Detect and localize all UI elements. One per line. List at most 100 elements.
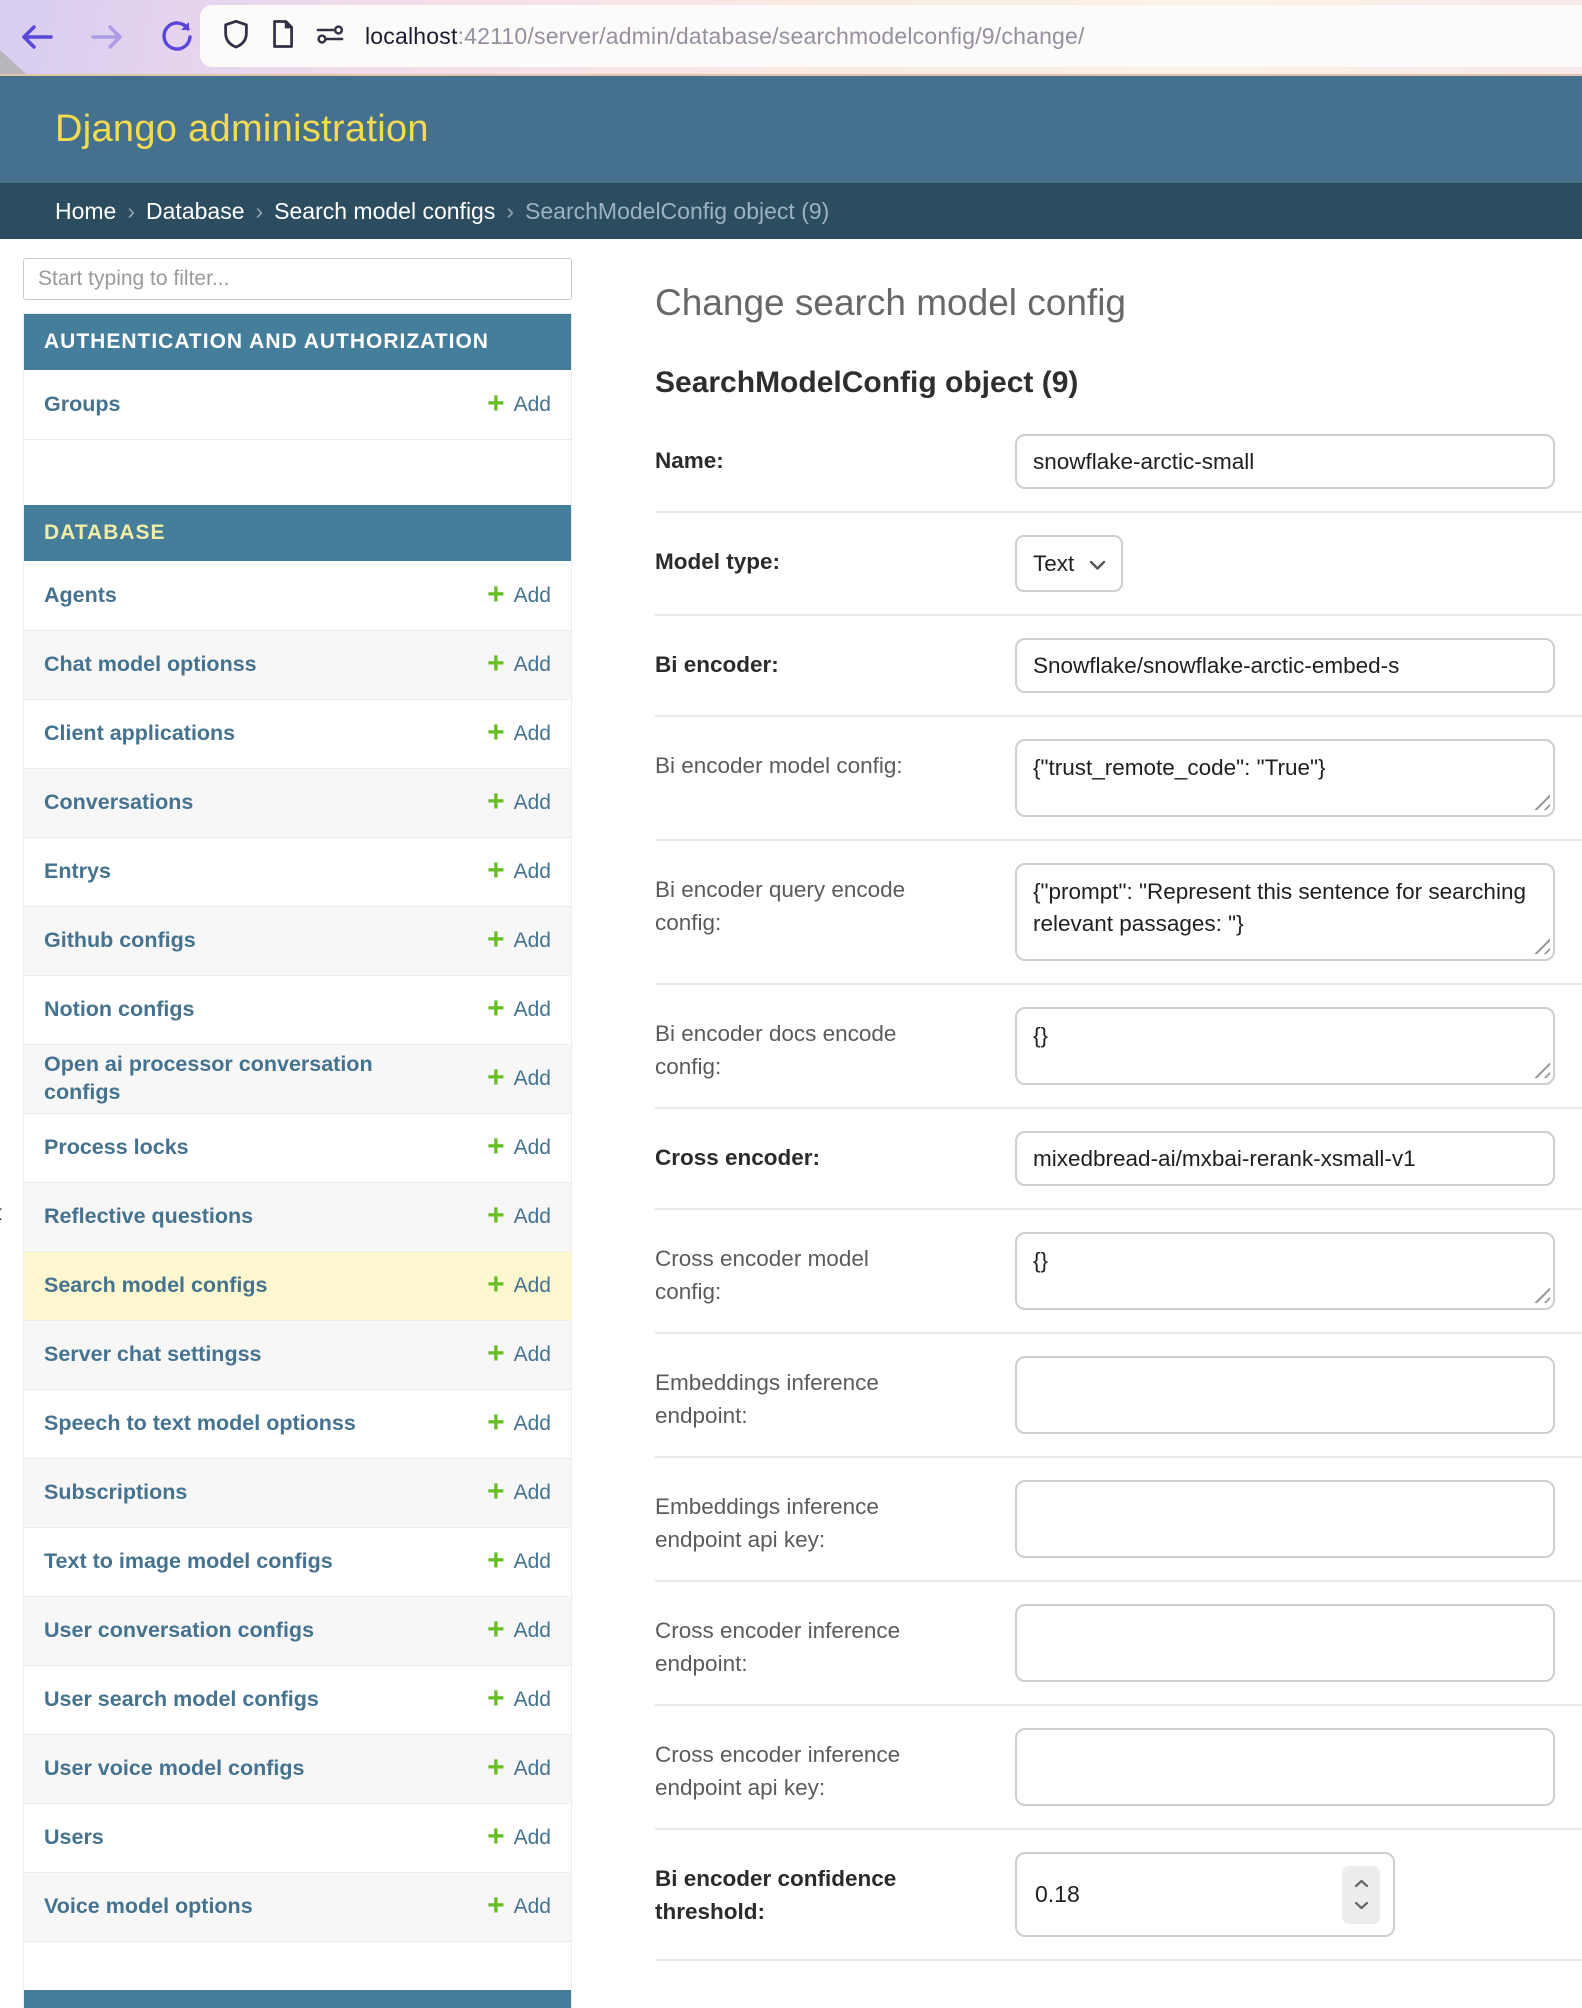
site-title[interactable]: Django administration	[55, 108, 429, 151]
add-link[interactable]: +Add	[487, 791, 551, 815]
plus-icon: +	[487, 1620, 505, 1640]
model-link[interactable]: Text to image model configs	[44, 1548, 333, 1576]
module-caption[interactable]: DATABASE	[24, 505, 571, 561]
sidebar-filter-input[interactable]	[23, 258, 572, 300]
add-link[interactable]: +Add	[487, 998, 551, 1022]
forward-icon[interactable]	[90, 22, 124, 52]
model-link[interactable]: Subscriptions	[44, 1479, 187, 1507]
add-link[interactable]: +Add	[487, 929, 551, 953]
add-label: Add	[514, 1136, 551, 1160]
breadcrumb-link[interactable]: Home	[55, 198, 116, 225]
model-link[interactable]: Agents	[44, 582, 117, 610]
plus-icon: +	[487, 792, 505, 812]
back-icon[interactable]	[20, 22, 54, 52]
sidebar-item: Github configs +Add	[24, 906, 571, 975]
field-input[interactable]	[1015, 1728, 1555, 1806]
model-link[interactable]: Server chat settingss	[44, 1341, 262, 1369]
number-spinner[interactable]	[1342, 1866, 1380, 1924]
model-link[interactable]: Users	[44, 1824, 104, 1852]
field-number-input[interactable]	[1015, 1852, 1395, 1937]
plus-icon: +	[487, 1137, 505, 1157]
add-link[interactable]: +Add	[487, 1826, 551, 1850]
model-link[interactable]: Conversations	[44, 789, 193, 817]
model-link[interactable]: User voice model configs	[44, 1755, 304, 1783]
model-link[interactable]: Process locks	[44, 1134, 189, 1162]
add-link[interactable]: +Add	[487, 584, 551, 608]
field-control	[1015, 434, 1555, 489]
add-link[interactable]: +Add	[487, 1205, 551, 1229]
model-link[interactable]: Notion configs	[44, 996, 194, 1024]
field-input[interactable]	[1015, 1131, 1555, 1186]
plus-icon: +	[487, 861, 505, 881]
model-link[interactable]: Speech to text model optionss	[44, 1410, 356, 1438]
model-link[interactable]: Client applications	[44, 720, 235, 748]
field-label: Embeddings inference endpoint api key:	[655, 1480, 925, 1556]
model-link[interactable]: Chat model optionss	[44, 651, 257, 679]
add-link[interactable]: + Add	[487, 1136, 551, 1160]
field-textarea[interactable]	[1015, 1232, 1555, 1310]
sidebar-item: Reflective questions +Add	[24, 1182, 571, 1251]
add-link[interactable]: +Add	[487, 1688, 551, 1712]
model-link[interactable]: Search model configs	[44, 1272, 267, 1300]
field-input[interactable]	[1015, 1356, 1555, 1434]
field-input[interactable]	[1015, 1604, 1555, 1682]
model-link[interactable]: User conversation configs	[44, 1617, 314, 1645]
sidebar-item: Process locks + Add	[24, 1113, 571, 1182]
plus-icon: +	[487, 1896, 505, 1916]
field-textarea[interactable]	[1015, 739, 1555, 817]
field-select[interactable]: Text	[1015, 535, 1123, 592]
field-label: Name:	[655, 434, 925, 478]
permissions-icon[interactable]	[315, 22, 345, 51]
field-label: Model type:	[655, 535, 925, 579]
sidebar-item: Voice model options +Add	[24, 1872, 571, 1941]
add-link[interactable]: +Add	[487, 860, 551, 884]
form-row: Model type: Text	[655, 513, 1582, 616]
sidebar-toggle-icon[interactable]: ‹	[0, 1196, 3, 1230]
sidebar-item: Agents +Add	[24, 561, 571, 630]
add-link[interactable]: +Add	[487, 722, 551, 746]
field-input[interactable]	[1015, 434, 1555, 489]
add-label: Add	[514, 1481, 551, 1505]
reload-icon[interactable]	[160, 20, 194, 54]
sidebar-item: Groups +Add	[24, 370, 571, 439]
add-link[interactable]: +Add	[487, 1343, 551, 1367]
plus-icon: +	[487, 394, 505, 414]
breadcrumb-link[interactable]: Search model configs	[274, 198, 495, 225]
model-link[interactable]: Github configs	[44, 927, 196, 955]
add-link[interactable]: +Add	[487, 393, 551, 417]
field-control	[1015, 1232, 1555, 1310]
plus-icon: +	[487, 1413, 505, 1433]
add-link[interactable]: +Add	[487, 1895, 551, 1919]
field-textarea[interactable]	[1015, 863, 1555, 961]
field-textarea[interactable]	[1015, 1007, 1555, 1085]
model-link[interactable]: Voice model options	[44, 1893, 253, 1921]
module-caption[interactable]: AUTHENTICATION AND AUTHORIZATION	[24, 314, 571, 370]
breadcrumb-link[interactable]: Database	[146, 198, 244, 225]
add-link[interactable]: +Add	[487, 1412, 551, 1436]
add-label: Add	[514, 653, 551, 677]
sidebar-item: Notion configs +Add	[24, 975, 571, 1044]
field-input[interactable]	[1015, 638, 1555, 693]
add-link[interactable]: +Add	[487, 1274, 551, 1298]
field-textarea-wrap	[1015, 863, 1555, 961]
plus-icon: +	[487, 1689, 505, 1709]
model-link[interactable]: Groups	[44, 391, 120, 419]
shield-icon[interactable]	[222, 19, 250, 54]
add-link[interactable]: +Add	[487, 1757, 551, 1781]
page-icon[interactable]	[270, 19, 295, 54]
model-link[interactable]: Reflective questions	[44, 1203, 253, 1231]
model-link[interactable]: User search model configs	[44, 1686, 319, 1714]
url-text: localhost:42110/server/admin/database/se…	[365, 23, 1085, 50]
field-label: Cross encoder model config:	[655, 1232, 925, 1308]
empty-row	[24, 1941, 571, 1990]
url-bar[interactable]: localhost:42110/server/admin/database/se…	[200, 5, 1582, 67]
add-link[interactable]: +Add	[487, 1067, 551, 1091]
add-link[interactable]: +Add	[487, 1619, 551, 1643]
plus-icon: +	[487, 1758, 505, 1778]
add-link[interactable]: +Add	[487, 1550, 551, 1574]
add-link[interactable]: +Add	[487, 1481, 551, 1505]
model-link[interactable]: Entrys	[44, 858, 111, 886]
field-input[interactable]	[1015, 1480, 1555, 1558]
add-link[interactable]: +Add	[487, 653, 551, 677]
model-link[interactable]: Open ai processor conversation configs	[44, 1051, 379, 1107]
